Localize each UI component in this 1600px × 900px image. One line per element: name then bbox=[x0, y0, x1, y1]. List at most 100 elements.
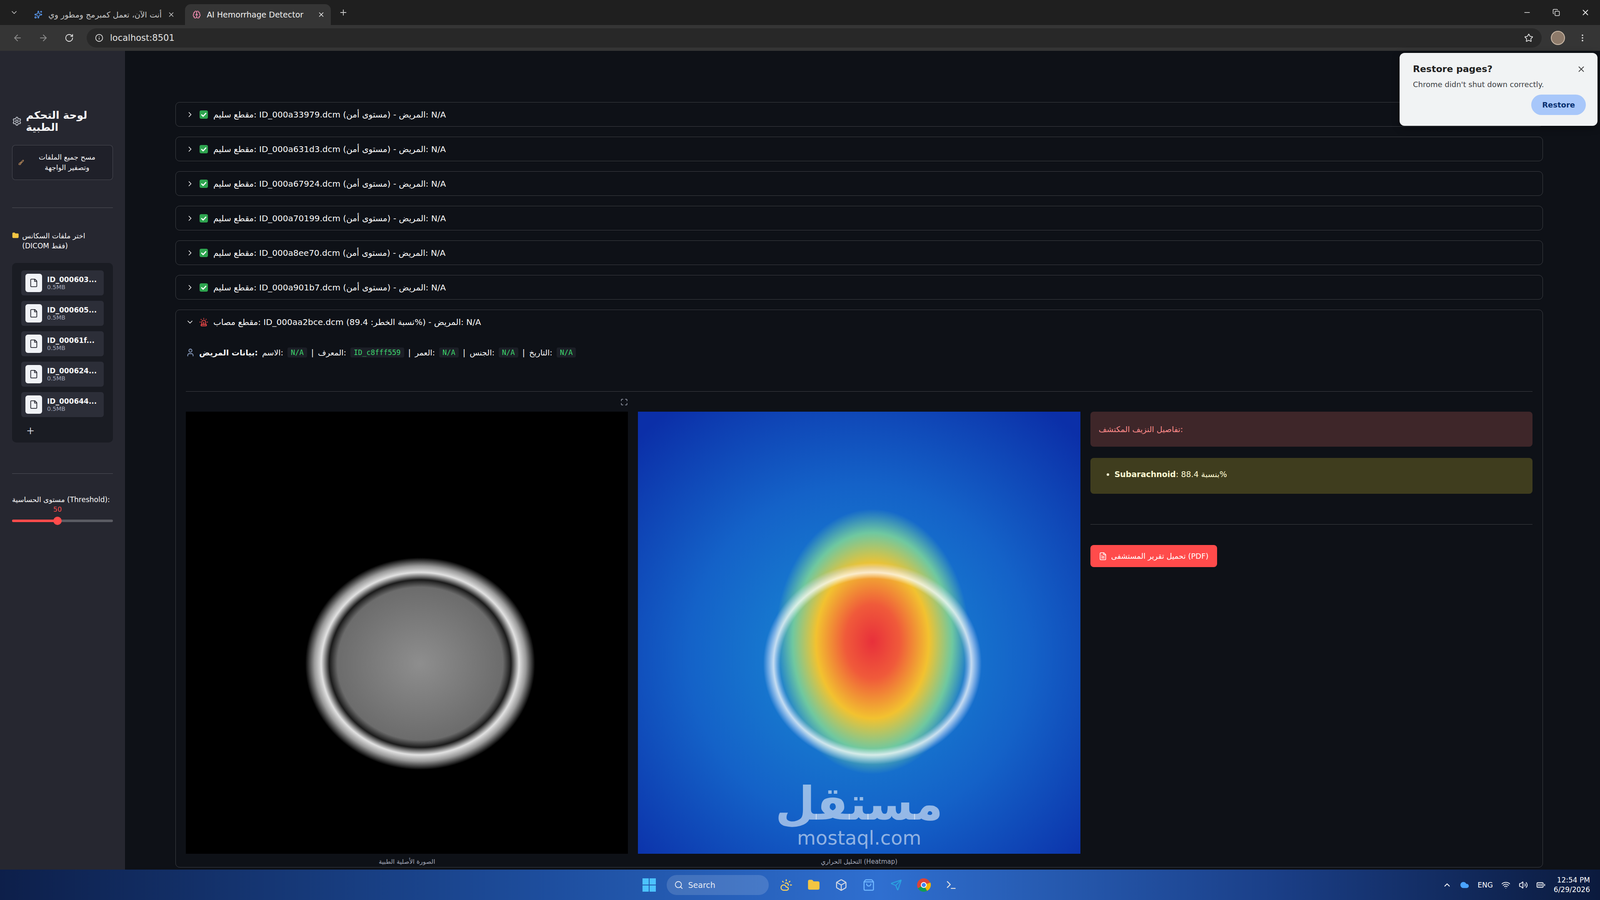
back-button[interactable] bbox=[9, 29, 26, 47]
close-icon[interactable] bbox=[167, 10, 175, 19]
report-button[interactable]: تحميل تقرير المستشفى (PDF) bbox=[1090, 545, 1218, 568]
chevron-down-icon bbox=[185, 317, 195, 327]
file-item[interactable]: ID_000603...0.5MB bbox=[21, 270, 104, 296]
file-meta: ID_000644...0.5MB bbox=[47, 397, 97, 413]
window-controls bbox=[1512, 0, 1600, 25]
taskbar-app[interactable] bbox=[941, 875, 962, 895]
expander-label: مقطع سليم: ID_000a8ee70.dcm (مستوى أمن) … bbox=[213, 247, 446, 258]
clear-button[interactable]: مسح جميع الملفات وتصفير الواجهة bbox=[12, 145, 113, 180]
reload-icon bbox=[64, 33, 74, 43]
arrow-right-icon bbox=[38, 32, 49, 43]
expander-header[interactable]: مقطع سليم: ID_000a631d3.dcm (مستوى أمن) … bbox=[175, 137, 1543, 161]
field-label: العمر: bbox=[415, 347, 435, 358]
popup-message: Chrome didn't shut down correctly. bbox=[1412, 80, 1586, 89]
expander-header[interactable]: مقطع سليم: ID_000a33979.dcm (مستوى أمن) … bbox=[175, 102, 1543, 127]
file-item[interactable]: ID_00061f...0.5MB bbox=[21, 331, 104, 357]
wifi-icon[interactable] bbox=[1501, 880, 1511, 890]
check-icon bbox=[199, 179, 209, 189]
address-bar[interactable]: localhost:8501 bbox=[86, 28, 1542, 48]
volume-icon[interactable] bbox=[1518, 880, 1528, 890]
popup-header: Restore pages? bbox=[1412, 63, 1586, 75]
taskbar-app[interactable] bbox=[886, 875, 907, 895]
finding-item: Subarachnoid: بنسبة 88.4% bbox=[1114, 468, 1523, 480]
taskbar-app[interactable] bbox=[913, 875, 934, 895]
page: لوحة التحكم الطبيةمسح جميع الملفات وتصفي… bbox=[0, 50, 1600, 870]
taskbar-app[interactable] bbox=[831, 875, 852, 895]
fullscreen-icon[interactable] bbox=[620, 398, 628, 406]
star-icon[interactable] bbox=[1524, 33, 1534, 43]
add-file-button[interactable]: + bbox=[21, 422, 104, 437]
expander-label: مقطع سليم: ID_000a901b7.dcm (مستوى أمن) … bbox=[213, 282, 446, 293]
battery-icon[interactable] bbox=[1536, 880, 1546, 890]
threshold-slider[interactable]: 50 bbox=[12, 505, 113, 528]
restore-button[interactable] bbox=[1541, 0, 1571, 25]
minimize-icon bbox=[1522, 8, 1532, 17]
new-tab-button[interactable] bbox=[335, 4, 352, 21]
chevron-right-icon bbox=[185, 214, 195, 223]
close-button[interactable] bbox=[1570, 0, 1600, 25]
field-value: N/A bbox=[556, 347, 577, 358]
taskbar-app[interactable] bbox=[858, 875, 879, 895]
taskbar: Search ENG 12:54 PM6/29/2026 bbox=[0, 869, 1600, 900]
gemini-icon bbox=[34, 10, 43, 19]
onedrive-icon[interactable] bbox=[1460, 880, 1470, 890]
file-icon bbox=[29, 339, 39, 349]
file-size: 0.5MB bbox=[47, 344, 95, 352]
tab-search-button[interactable] bbox=[5, 4, 23, 21]
slider-fill bbox=[12, 519, 58, 523]
patient-field: |المعرف:ID_c8fff559 bbox=[311, 347, 405, 358]
telegram-icon bbox=[890, 879, 903, 891]
divider bbox=[185, 391, 1533, 392]
file-item[interactable]: ID_000624...0.5MB bbox=[21, 361, 104, 387]
forward-button[interactable] bbox=[35, 29, 52, 47]
field-value: N/A bbox=[439, 347, 459, 358]
file-list[interactable]: ID_000603...0.5MBID_000605...0.5MBID_000… bbox=[12, 262, 113, 443]
minimize-button[interactable] bbox=[1512, 0, 1542, 25]
language-indicator[interactable]: ENG bbox=[1477, 880, 1493, 890]
siren-icon bbox=[199, 317, 209, 327]
file-name: ID_000605... bbox=[47, 305, 97, 315]
browser-tab[interactable]: AI Hemorrhage Detector bbox=[185, 4, 331, 25]
taskbar-app[interactable] bbox=[803, 875, 824, 895]
taskbar-app[interactable] bbox=[776, 875, 797, 895]
windows-icon bbox=[642, 877, 657, 893]
file-item[interactable]: ID_000605...0.5MB bbox=[21, 300, 104, 326]
close-icon[interactable] bbox=[317, 10, 325, 19]
weather-icon bbox=[780, 878, 793, 892]
menu-button[interactable] bbox=[1574, 29, 1591, 47]
reload-button[interactable] bbox=[60, 29, 78, 47]
expander-header[interactable]: مقطع مصاب: ID_000aa2bce.dcm (نسبة الخطر:… bbox=[175, 310, 1543, 334]
file-size: 0.5MB bbox=[47, 314, 97, 321]
restore-pages-button[interactable]: Restore bbox=[1531, 94, 1586, 115]
store-icon bbox=[862, 878, 875, 892]
tab-strip: أنت الآن، تعمل كمبرمج ومطور ويAI Hemorrh… bbox=[0, 0, 1600, 25]
date: 6/29/2026 bbox=[1553, 885, 1590, 895]
field-label: المعرف: bbox=[317, 347, 347, 358]
result-columns: الصورة الأصلية الطبيةمستقلmostaql.comالت… bbox=[185, 398, 1533, 868]
profile-avatar[interactable] bbox=[1550, 30, 1565, 45]
taskbar-search[interactable]: Search bbox=[666, 875, 769, 895]
expander-header[interactable]: مقطع سليم: ID_000a67924.dcm (مستوى أمن) … bbox=[175, 171, 1543, 196]
expander-header[interactable]: مقطع سليم: ID_000a901b7.dcm (مستوى أمن) … bbox=[175, 275, 1543, 300]
start-button[interactable] bbox=[639, 875, 660, 895]
result-expander: مقطع سليم: ID_000a8ee70.dcm (مستوى أمن) … bbox=[175, 240, 1543, 265]
patient-info-title: بيانات المريض: bbox=[199, 347, 258, 358]
result-expander: مقطع سليم: ID_000a631d3.dcm (مستوى أمن) … bbox=[175, 136, 1543, 162]
file-name: ID_00061f... bbox=[47, 336, 95, 345]
clock[interactable]: 12:54 PM6/29/2026 bbox=[1553, 875, 1590, 894]
chevron-right-icon bbox=[185, 110, 195, 119]
file-meta: ID_000605...0.5MB bbox=[47, 305, 97, 321]
browser-tab[interactable]: أنت الآن، تعمل كمبرمج ومطور وي bbox=[26, 4, 181, 25]
browser-toolbar: localhost:8501 bbox=[0, 25, 1600, 51]
expander-header[interactable]: مقطع سليم: ID_000a70199.dcm (مستوى أمن) … bbox=[175, 206, 1543, 230]
patient-info: بيانات المريض: الاسم:N/A|المعرف:ID_c8fff5… bbox=[185, 346, 1533, 359]
plus-icon bbox=[338, 7, 348, 18]
chevron-up-icon[interactable] bbox=[1442, 880, 1452, 890]
expander-header[interactable]: مقطع سليم: ID_000a8ee70.dcm (مستوى أمن) … bbox=[175, 240, 1543, 265]
close-icon[interactable] bbox=[1576, 64, 1586, 74]
file-item[interactable]: ID_000644...0.5MB bbox=[21, 392, 104, 418]
slider-thumb[interactable] bbox=[53, 516, 62, 525]
check-icon bbox=[199, 110, 209, 120]
patient-field: الاسم:N/A bbox=[262, 347, 308, 358]
result-expander: مقطع سليم: ID_000a70199.dcm (مستوى أمن) … bbox=[175, 205, 1543, 231]
